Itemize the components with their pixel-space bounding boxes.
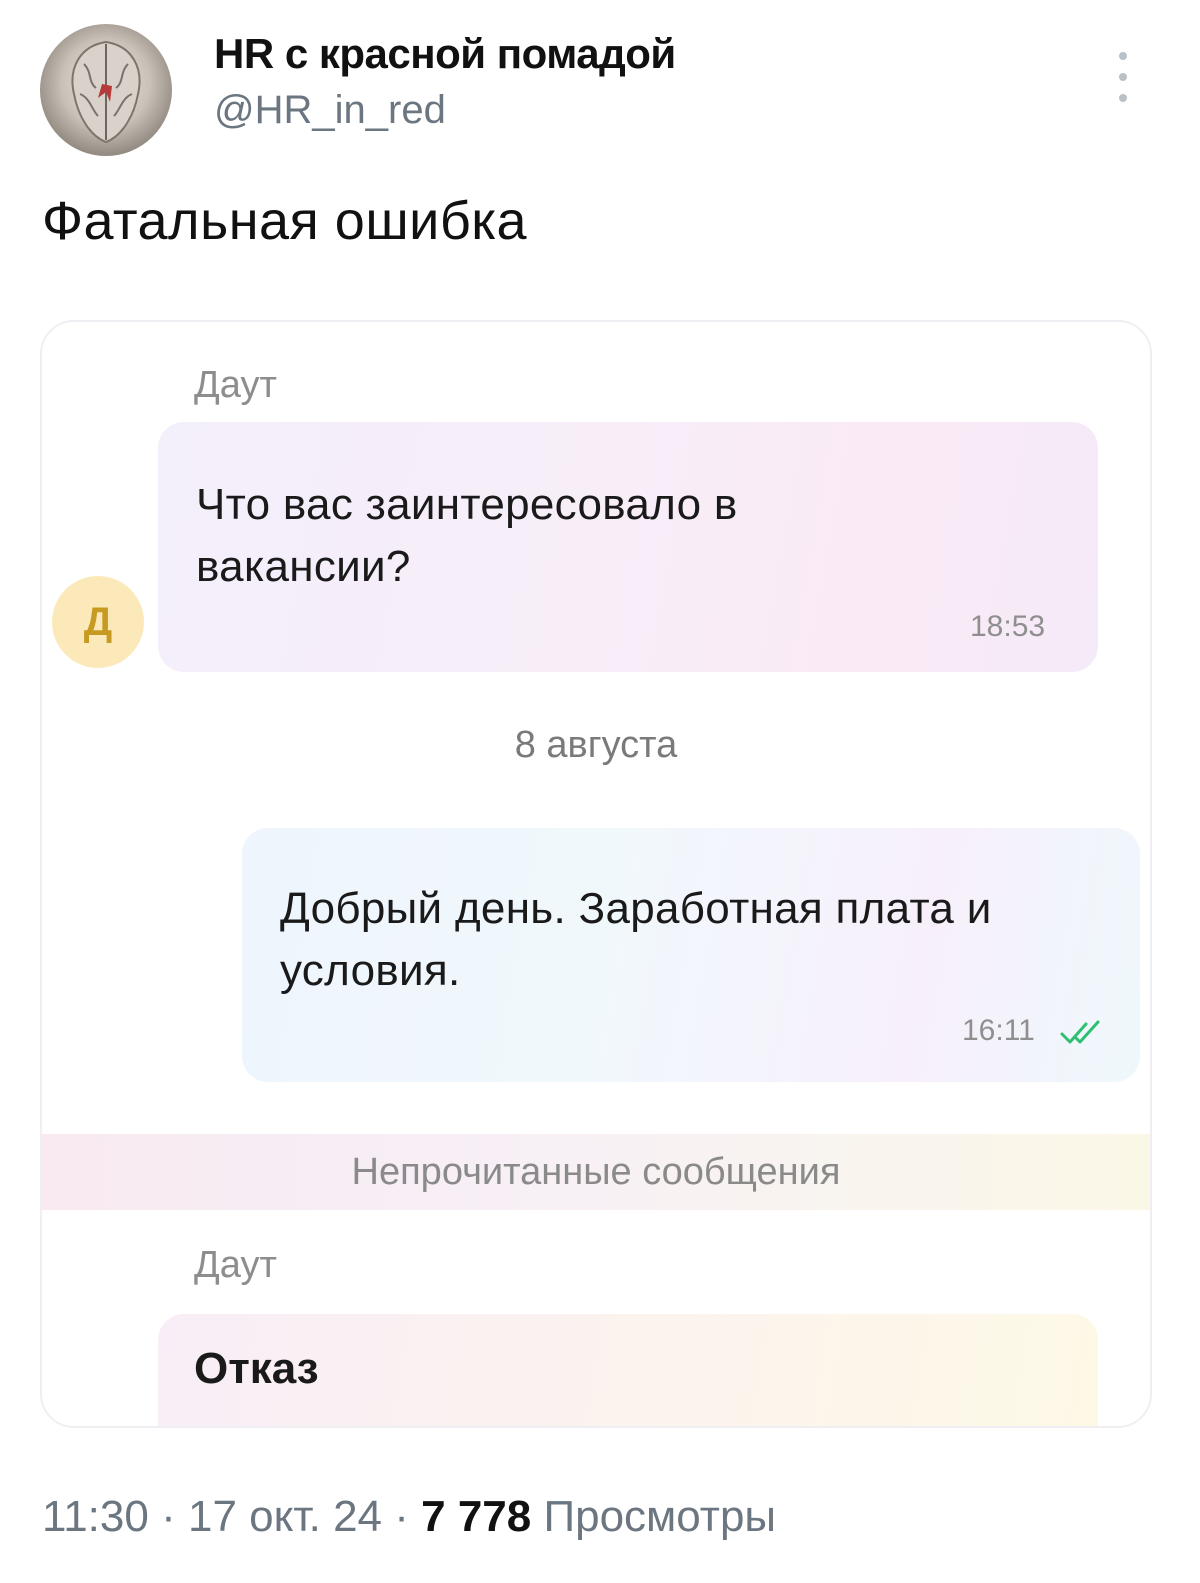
message-text: Отказ [194,1344,319,1393]
message-text: Добрый день. Заработная плата и условия. [280,884,992,995]
more-dot-icon [1119,73,1127,81]
incoming-message-bubble: Что вас заинтересовало в вакансии? 18:53 [158,422,1098,672]
chat-screenshot-image[interactable]: Даут Что вас заинтересовало в вакансии? … [40,320,1152,1428]
message-text: Что вас заинтересовало в вакансии? [196,480,738,591]
tweet-date[interactable]: 17 окт. 24 [188,1492,382,1541]
tweet-header: HR с красной помадой @HR_in_red [0,0,1200,170]
views-count: 7 778 [421,1492,532,1541]
meta-separator: · [394,1492,409,1541]
message-time: 16:11 [962,1014,1035,1047]
views-label: Просмотры [543,1492,777,1541]
sender-name: Даут [194,1244,277,1286]
tweet-text: Фатальная ошибка [42,191,528,251]
unread-banner-label: Непрочитанные сообщения [351,1150,841,1193]
contact-avatar: Д [52,576,144,668]
more-options-button[interactable] [1108,52,1138,102]
avatar-image [71,40,141,144]
author-handle[interactable]: @HR_in_red [214,88,446,133]
meta-separator: · [161,1492,176,1541]
message-time: 18:53 [970,610,1046,643]
author-display-name[interactable]: HR с красной помадой [214,30,676,78]
date-divider: 8 августа [514,724,678,766]
more-dot-icon [1119,52,1127,60]
author-avatar[interactable] [40,24,172,156]
sender-name: Даут [194,364,277,406]
double-check-icon [1060,1020,1100,1044]
tweet-meta: 11:30 · 17 окт. 24 · 7 778 Просмотры [42,1492,776,1542]
outgoing-message-bubble: Добрый день. Заработная плата и условия.… [242,828,1140,1082]
tweet-time[interactable]: 11:30 [42,1492,149,1541]
unread-messages-banner: Непрочитанные сообщения [42,1134,1150,1210]
incoming-message-bubble: Отказ [158,1314,1098,1426]
more-dot-icon [1119,94,1127,102]
